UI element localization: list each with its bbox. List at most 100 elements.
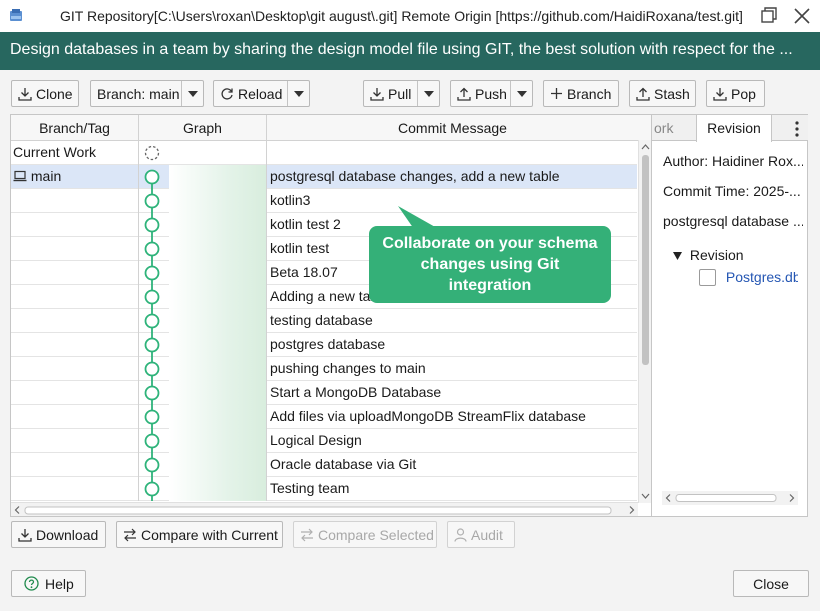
audit-button[interactable]: Audit [447,521,515,548]
commit-message: testing database [270,312,373,328]
table-vertical-scrollbar[interactable] [638,140,651,503]
commit-message: postgres database [270,336,386,352]
close-window-button[interactable] [790,5,814,27]
push-options-chevron-icon[interactable] [510,81,532,106]
commit-message: Logical Design [270,432,362,448]
table-row[interactable]: kotlin3 [11,189,637,213]
pop-label: Pop [731,85,756,102]
commit-author: Author: Haidiner Rox... [663,153,803,169]
branch-cell [11,285,139,309]
graph-cell [139,405,267,429]
branch-cell [11,453,139,477]
pull-button[interactable]: Pull [363,80,440,107]
graph-lane [169,165,266,189]
laptop-icon [13,170,27,182]
branch-cell [11,309,139,333]
table-header: Branch/Tag Graph Commit Message [11,115,651,141]
table-row[interactable]: Logical Design [11,429,637,453]
commit-message: pushing changes to main [270,360,426,376]
close-button[interactable]: Close [733,570,809,597]
reload-label: Reload [238,85,283,102]
branch-cell [11,261,139,285]
graph-cell [139,189,267,213]
graph-lane [169,309,266,333]
compare-current-label: Compare with Current [141,526,278,543]
help-button[interactable]: Help [11,570,86,597]
current-work-label: Current Work [11,141,139,165]
branch-cell [11,333,139,357]
clone-button[interactable]: Clone [11,80,79,107]
graph-lane [169,333,266,357]
tree-node-file[interactable]: Postgres.dbs [699,269,798,286]
push-button[interactable]: Push [450,80,533,107]
branch-cell [11,429,139,453]
app-icon [8,8,24,24]
commit-message: postgresql database changes, add a new t… [270,168,560,184]
table-row[interactable]: postgres database [11,333,637,357]
branch-cell [11,213,139,237]
pop-button[interactable]: Pop [706,80,765,107]
commit-message: Add files via uploadMongoDB StreamFlix d… [270,408,586,424]
graph-lane [169,213,266,237]
tab-current-work[interactable]: ork [652,115,696,141]
column-header-graph[interactable]: Graph [139,115,267,141]
tree-node-revision[interactable]: Revision [673,247,744,263]
new-branch-button[interactable]: Branch [543,80,619,107]
restore-window-button[interactable] [757,5,781,27]
file-checkbox[interactable] [699,269,716,286]
table-row[interactable]: Add files via uploadMongoDB StreamFlix d… [11,405,637,429]
graph-lane [169,285,266,309]
commit-message: kotlin3 [270,192,311,208]
help-icon [24,576,39,591]
download-button[interactable]: Download [11,521,106,548]
tab-revision[interactable]: Revision [696,115,772,142]
commit-time: Commit Time: 2025-... [663,183,801,199]
graph-lane [169,357,266,381]
graph-cell [139,165,267,189]
branch-cell [11,357,139,381]
branch-select[interactable]: Branch: main [90,80,204,107]
table-horizontal-scrollbar[interactable] [11,502,638,516]
pull-label: Pull [388,85,412,102]
chevron-down-icon[interactable] [181,81,203,106]
column-header-branch[interactable]: Branch/Tag [11,115,139,141]
pull-options-chevron-icon[interactable] [417,81,439,106]
reload-button[interactable]: Reload [213,80,310,107]
person-icon [454,527,467,542]
graph-cell [139,309,267,333]
table-row[interactable]: testing database [11,309,637,333]
table-row[interactable]: Testing team [11,477,637,501]
graph-cell [139,333,267,357]
graph-lane [169,405,266,429]
title-bar: GIT Repository[C:\Users\roxan\Desktop\gi… [0,0,820,32]
compare-with-current-button[interactable]: Compare with Current [116,521,283,548]
more-options-icon[interactable] [790,115,804,141]
compare-selected-button[interactable]: Compare Selected [293,521,437,548]
graph-lane [169,237,266,261]
commit-table: Branch/Tag Graph Commit Message Current … [10,114,652,517]
graph-cell [139,141,267,165]
reload-options-chevron-icon[interactable] [287,81,309,106]
file-label: Postgres.dbs [725,269,798,285]
table-row[interactable]: pushing changes to main [11,357,637,381]
branch-cell [11,381,139,405]
graph-lane [169,381,266,405]
table-row[interactable]: main postgresql database changes, add a … [11,165,637,189]
column-header-message[interactable]: Commit Message [267,115,638,141]
table-row-current-work[interactable]: Current Work [11,141,637,165]
table-row[interactable]: Oracle database via Git [11,453,637,477]
upload-icon [636,87,650,101]
table-row[interactable]: Start a MongoDB Database [11,381,637,405]
graph-cell [139,477,267,501]
graph-cell [139,237,267,261]
stash-button[interactable]: Stash [629,80,696,107]
compare-selected-label: Compare Selected [318,526,434,543]
branch-cell [11,189,139,213]
details-horizontal-scrollbar[interactable] [662,491,798,505]
plus-icon [551,88,562,99]
graph-cell [139,261,267,285]
branch-cell: main [11,165,139,189]
triangle-down-icon [673,252,682,260]
compare-arrows-icon [124,528,136,541]
download-icon [370,87,384,101]
